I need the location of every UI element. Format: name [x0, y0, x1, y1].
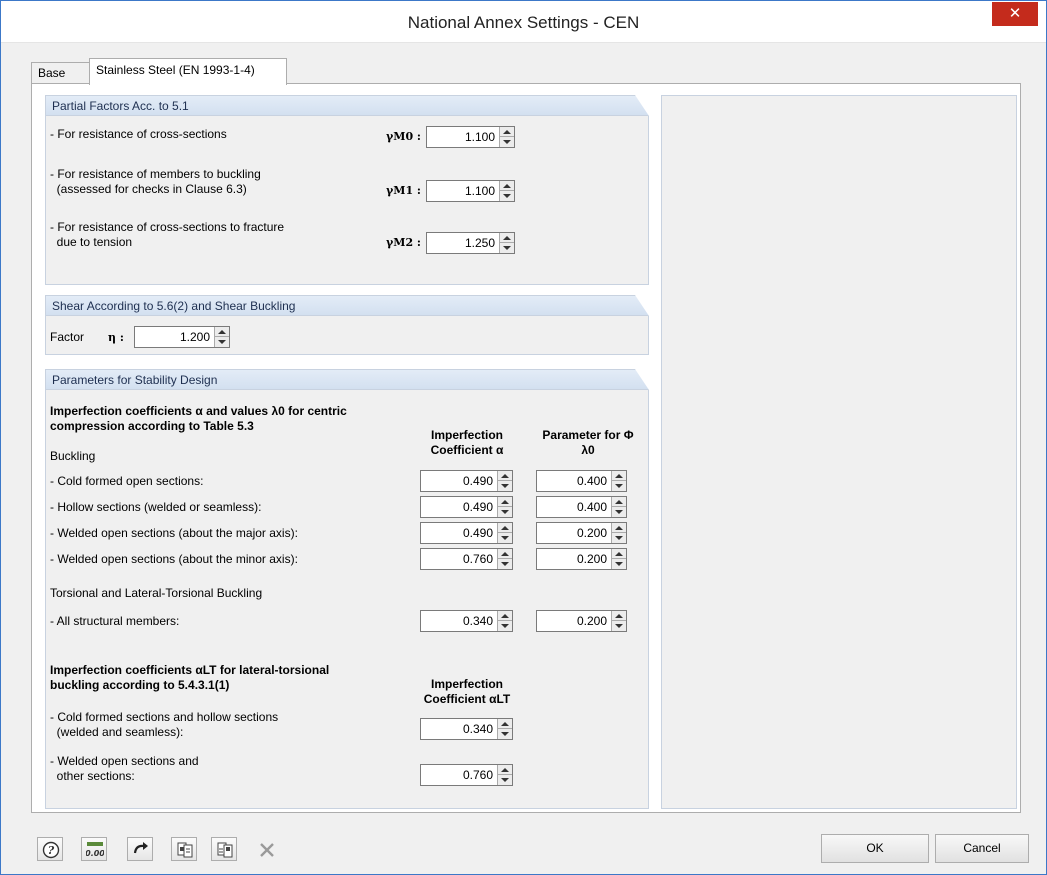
alpha-stepper[interactable]: 0.490: [420, 470, 513, 492]
eta-stepper[interactable]: 1.200: [134, 326, 230, 348]
group-header-partial-factors: Partial Factors Acc. to 5.1: [46, 95, 649, 116]
spin-arrows-icon[interactable]: [497, 719, 512, 739]
delete-icon: [260, 843, 274, 857]
lambda-torsional-value[interactable]: 0.200: [537, 611, 610, 631]
alpha-torsional-stepper[interactable]: 0.340: [420, 610, 513, 632]
tab-stainless-steel[interactable]: Stainless Steel (EN 1993-1-4): [89, 58, 287, 85]
spin-arrows-icon[interactable]: [214, 327, 229, 347]
alpha-lt-value[interactable]: 0.340: [421, 719, 496, 739]
symbol-gamma-m2: γM2 :: [386, 236, 421, 249]
export-button[interactable]: [171, 837, 197, 861]
torsional-heading: Torsional and Lateral-Torsional Buckling: [50, 586, 263, 600]
group-header-stability: Parameters for Stability Design: [46, 369, 649, 390]
col-header-lambda: Parameter for Φ λ0: [542, 428, 634, 457]
group-header-shear: Shear According to 5.6(2) and Shear Buck…: [46, 295, 649, 316]
label-shear-factor: Factor: [50, 330, 85, 344]
lambda-value[interactable]: 0.400: [537, 497, 610, 517]
lambda-value[interactable]: 0.200: [537, 523, 610, 543]
lt-intro: Imperfection coefficients αLT for latera…: [50, 663, 330, 692]
symbol-eta: η :: [108, 331, 124, 344]
gamma-m1-value[interactable]: 1.100: [427, 181, 498, 201]
window-title: National Annex Settings - CEN: [407, 13, 640, 32]
dialog-window: National Annex Settings - CEN ✕ Base Sta…: [0, 0, 1047, 875]
alpha-value[interactable]: 0.490: [421, 471, 496, 491]
tab-base[interactable]: Base: [31, 62, 91, 84]
ok-button[interactable]: OK: [821, 834, 929, 863]
label-gamma-m1: - For resistance of members to buckling …: [50, 167, 261, 196]
col-header-alpha: Imperfection Coefficient α: [430, 428, 504, 457]
gamma-m2-stepper[interactable]: 1.250: [426, 232, 515, 254]
cancel-button[interactable]: Cancel: [935, 834, 1029, 863]
eta-value[interactable]: 1.200: [135, 327, 213, 347]
reset-defaults-icon: [133, 842, 148, 854]
spin-arrows-icon[interactable]: [497, 549, 512, 569]
decimal-places-icon: 0.00: [86, 842, 104, 858]
alpha-value[interactable]: 0.490: [421, 497, 496, 517]
group-shear: Shear According to 5.6(2) and Shear Buck…: [45, 295, 649, 355]
lambda-stepper[interactable]: 0.200: [536, 522, 627, 544]
decimal-places-button[interactable]: 0.00: [81, 837, 107, 861]
svg-text:?: ?: [48, 844, 55, 857]
spin-arrows-icon[interactable]: [497, 611, 512, 631]
buckling-row-label: - Welded open sections (about the major …: [50, 526, 298, 540]
alpha-stepper[interactable]: 0.760: [420, 548, 513, 570]
spin-arrows-icon[interactable]: [497, 523, 512, 543]
buckling-row-label: - Cold formed open sections:: [50, 474, 204, 488]
alpha-lt-stepper[interactable]: 0.340: [420, 718, 513, 740]
symbol-gamma-m1: γM1 :: [386, 184, 421, 197]
gamma-m0-stepper[interactable]: 1.100: [426, 126, 515, 148]
alpha-stepper[interactable]: 0.490: [420, 496, 513, 518]
spin-arrows-icon[interactable]: [611, 549, 626, 569]
torsional-row-label: - All structural members:: [50, 614, 180, 628]
spin-arrows-icon[interactable]: [497, 765, 512, 785]
lambda-stepper[interactable]: 0.200: [536, 548, 627, 570]
alpha-value[interactable]: 0.760: [421, 549, 496, 569]
alpha-lt-stepper[interactable]: 0.760: [420, 764, 513, 786]
import-icon: [217, 842, 233, 858]
label-gamma-m2: - For resistance of cross-sections to fr…: [50, 220, 285, 249]
lambda-stepper[interactable]: 0.400: [536, 496, 627, 518]
gamma-m2-value[interactable]: 1.250: [427, 233, 498, 253]
alpha-lt-value[interactable]: 0.760: [421, 765, 496, 785]
spin-arrows-icon[interactable]: [611, 611, 626, 631]
export-icon: [177, 842, 193, 858]
alpha-value[interactable]: 0.490: [421, 523, 496, 543]
spin-arrows-icon[interactable]: [611, 523, 626, 543]
buckling-row-label: - Welded open sections (about the minor …: [50, 552, 298, 566]
buckling-row-label: - Hollow sections (welded or seamless):: [50, 500, 262, 514]
gamma-m1-stepper[interactable]: 1.100: [426, 180, 515, 202]
decimal-label: 0.00: [86, 849, 104, 858]
spin-arrows-icon[interactable]: [497, 471, 512, 491]
spin-arrows-icon[interactable]: [497, 497, 512, 517]
delete-button[interactable]: [253, 837, 279, 861]
alpha-stepper[interactable]: 0.490: [420, 522, 513, 544]
help-icon: ?: [42, 841, 60, 859]
stability-intro: Imperfection coefficients α and values λ…: [50, 404, 347, 433]
import-button[interactable]: [211, 837, 237, 861]
group-stability: Parameters for Stability Design Imperfec…: [45, 369, 649, 809]
label-gamma-m0: - For resistance of cross-sections: [50, 127, 227, 141]
spin-arrows-icon[interactable]: [611, 471, 626, 491]
spin-arrows-icon[interactable]: [499, 233, 514, 253]
reset-defaults-button[interactable]: [127, 837, 153, 861]
spin-arrows-icon[interactable]: [499, 127, 514, 147]
group-partial-factors: Partial Factors Acc. to 5.1 - For resist…: [45, 95, 649, 285]
buckling-heading: Buckling: [50, 449, 96, 463]
lambda-stepper[interactable]: 0.400: [536, 470, 627, 492]
spin-arrows-icon[interactable]: [499, 181, 514, 201]
right-preview-panel: [661, 95, 1017, 809]
col-header-alpha-lt: Imperfection Coefficient αLT: [423, 677, 511, 706]
lt-row-label: - Welded open sections and other section…: [50, 754, 199, 783]
spin-arrows-icon[interactable]: [611, 497, 626, 517]
help-button[interactable]: ?: [37, 837, 63, 861]
lt-row-label: - Cold formed sections and hollow sectio…: [50, 710, 279, 739]
alpha-torsional-value[interactable]: 0.340: [421, 611, 496, 631]
symbol-gamma-m0: γM0 :: [386, 130, 421, 143]
close-button[interactable]: ✕: [992, 2, 1038, 26]
lambda-torsional-stepper[interactable]: 0.200: [536, 610, 627, 632]
lambda-value[interactable]: 0.200: [537, 549, 610, 569]
title-bar: National Annex Settings - CEN ✕: [1, 1, 1046, 43]
gamma-m0-value[interactable]: 1.100: [427, 127, 498, 147]
lambda-value[interactable]: 0.400: [537, 471, 610, 491]
